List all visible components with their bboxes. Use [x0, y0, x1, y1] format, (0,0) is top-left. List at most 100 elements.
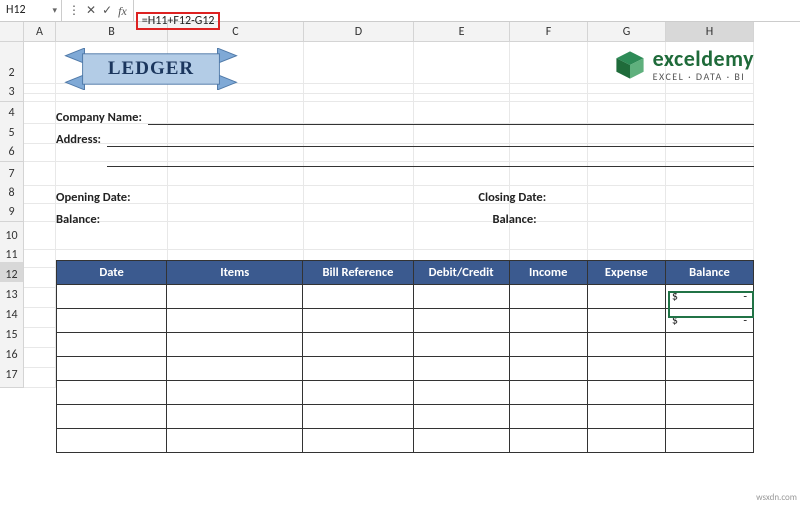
table-cell[interactable]: $- — [665, 309, 753, 333]
table-cell[interactable] — [57, 333, 167, 357]
company-name-input[interactable] — [148, 111, 754, 125]
row-header-8[interactable]: 8 — [0, 182, 24, 204]
table-cell[interactable] — [167, 309, 303, 333]
select-all-corner[interactable] — [0, 22, 24, 42]
col-bill-ref[interactable]: Bill Reference — [303, 261, 413, 285]
row-header-6[interactable]: 6 — [0, 142, 24, 162]
table-cell[interactable] — [167, 285, 303, 309]
table-cell[interactable] — [167, 381, 303, 405]
table-cell[interactable] — [413, 405, 509, 429]
table-cell[interactable] — [303, 381, 413, 405]
col-header-C[interactable]: C — [168, 22, 304, 42]
col-header-E[interactable]: E — [414, 22, 510, 42]
table-cell[interactable] — [413, 333, 509, 357]
cell-A3[interactable] — [24, 82, 56, 102]
cell-F2[interactable] — [510, 62, 588, 84]
table-cell[interactable] — [665, 357, 753, 381]
table-cell[interactable] — [413, 357, 509, 381]
cell-A5[interactable] — [24, 122, 56, 144]
table-row[interactable] — [57, 333, 754, 357]
table-cell[interactable] — [509, 405, 587, 429]
col-expense[interactable]: Expense — [587, 261, 665, 285]
table-cell[interactable] — [509, 285, 587, 309]
col-header-G[interactable]: G — [588, 22, 666, 42]
table-row[interactable] — [57, 381, 754, 405]
table-cell[interactable] — [587, 309, 665, 333]
col-date[interactable]: Date — [57, 261, 167, 285]
table-cell[interactable] — [509, 309, 587, 333]
name-box[interactable]: H12 ▾ — [0, 0, 62, 22]
table-cell[interactable] — [587, 429, 665, 453]
table-cell[interactable] — [57, 429, 167, 453]
table-cell[interactable] — [57, 381, 167, 405]
table-cell[interactable] — [509, 429, 587, 453]
cell-D2[interactable] — [304, 62, 414, 84]
table-row[interactable] — [57, 405, 754, 429]
table-cell[interactable] — [665, 381, 753, 405]
table-cell[interactable] — [303, 429, 413, 453]
fx-icon[interactable]: fx — [118, 5, 127, 17]
table-cell[interactable] — [413, 429, 509, 453]
cell-F3[interactable] — [510, 82, 588, 102]
table-cell[interactable] — [509, 333, 587, 357]
cell-G3[interactable] — [588, 82, 666, 102]
col-header-F[interactable]: F — [510, 22, 588, 42]
table-cell[interactable] — [57, 357, 167, 381]
cell-A2[interactable] — [24, 62, 56, 84]
col-header-A[interactable]: A — [24, 22, 56, 42]
table-cell[interactable] — [167, 429, 303, 453]
table-cell[interactable] — [167, 357, 303, 381]
cell-A6[interactable] — [24, 142, 56, 162]
row-header-17[interactable]: 17 — [0, 362, 24, 388]
table-cell[interactable] — [665, 405, 753, 429]
col-balance[interactable]: Balance — [665, 261, 753, 285]
table-row[interactable] — [57, 429, 754, 453]
table-cell[interactable] — [413, 309, 509, 333]
table-cell[interactable] — [167, 333, 303, 357]
check-icon[interactable]: ✓ — [102, 5, 112, 17]
table-cell[interactable] — [413, 285, 509, 309]
table-cell[interactable] — [587, 405, 665, 429]
cell-A8[interactable] — [24, 182, 56, 204]
cell-A17[interactable] — [24, 362, 56, 388]
col-header-D[interactable]: D — [304, 22, 414, 42]
cell-D3[interactable] — [304, 82, 414, 102]
row-header-5[interactable]: 5 — [0, 122, 24, 144]
cell-E3[interactable] — [414, 82, 510, 102]
table-cell[interactable] — [57, 309, 167, 333]
table-cell[interactable] — [303, 333, 413, 357]
table-cell[interactable] — [303, 309, 413, 333]
table-cell[interactable]: $- — [665, 285, 753, 309]
col-items[interactable]: Items — [167, 261, 303, 285]
table-cell[interactable] — [665, 333, 753, 357]
col-income[interactable]: Income — [509, 261, 587, 285]
cell-E2[interactable] — [414, 62, 510, 84]
cell-H3[interactable] — [666, 82, 754, 102]
table-cell[interactable] — [587, 381, 665, 405]
table-cell[interactable] — [303, 285, 413, 309]
address-input-2[interactable] — [107, 153, 754, 167]
row-header-3[interactable]: 3 — [0, 82, 24, 102]
table-row[interactable]: $- — [57, 285, 754, 309]
row-header-2[interactable]: 2 — [0, 62, 24, 84]
col-header-H[interactable]: H — [666, 22, 754, 42]
col-debit-credit[interactable]: Debit/Credit — [413, 261, 509, 285]
col-header-B[interactable]: B — [56, 22, 168, 42]
address-input-1[interactable] — [107, 133, 754, 147]
table-cell[interactable] — [167, 405, 303, 429]
ledger-table[interactable]: Date Items Bill Reference Debit/Credit I… — [56, 260, 754, 453]
table-cell[interactable] — [509, 381, 587, 405]
cell-A9[interactable] — [24, 202, 56, 222]
row-header-4[interactable]: 4 — [0, 102, 24, 124]
cell-A4[interactable] — [24, 102, 56, 124]
table-cell[interactable] — [587, 357, 665, 381]
table-cell[interactable] — [587, 285, 665, 309]
table-row[interactable] — [57, 357, 754, 381]
chevron-down-icon[interactable]: ▾ — [52, 5, 57, 16]
row-header-9[interactable]: 9 — [0, 202, 24, 222]
table-cell[interactable] — [303, 357, 413, 381]
table-cell[interactable] — [303, 405, 413, 429]
table-cell[interactable] — [665, 429, 753, 453]
table-cell[interactable] — [587, 333, 665, 357]
table-cell[interactable] — [57, 405, 167, 429]
